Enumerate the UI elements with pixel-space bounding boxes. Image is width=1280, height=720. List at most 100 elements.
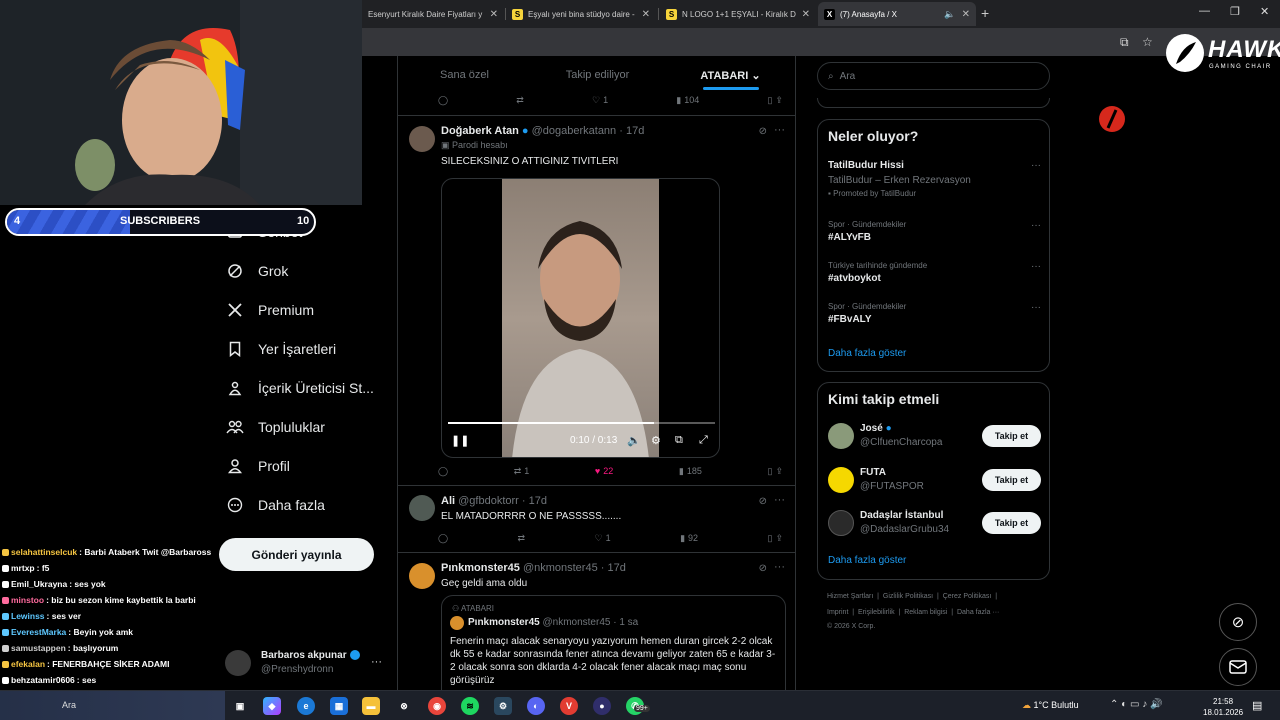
follow-button[interactable]: Takip et — [982, 512, 1041, 534]
repost-button[interactable]: ⇄ 1 — [514, 466, 530, 477]
close-window-icon[interactable]: ✕ — [1260, 5, 1269, 18]
xbox-icon[interactable]: ⊗ — [395, 697, 413, 715]
grok-icon[interactable]: ⊘ — [759, 563, 767, 574]
like-button[interactable]: ♡ 1 — [595, 533, 611, 544]
post[interactable]: Pınkmonster45 @nkmonster45 · 17d ⊘ ··· G… — [398, 552, 795, 690]
grok-icon[interactable]: ⊘ — [759, 496, 767, 507]
edge-icon[interactable]: e — [297, 697, 315, 715]
repost-button[interactable]: ⇄ — [518, 533, 526, 544]
reply-button[interactable]: ◯ — [438, 533, 448, 544]
footer-link[interactable]: Daha fazla ··· — [957, 609, 999, 616]
account-switcher[interactable]: Barbaros akpunar @Prenshydronn ··· — [225, 646, 385, 680]
chat-username[interactable]: behzatamir0606 — [11, 675, 75, 685]
speaker-icon[interactable]: 🔈 — [944, 9, 955, 20]
spotify-icon[interactable]: ≋ — [461, 697, 479, 715]
browser-tab-1[interactable]: Esenyurt Kiralık Daire Fiyatları y ✕ — [362, 2, 504, 26]
settings-gear-icon[interactable]: ⚙ — [651, 434, 661, 447]
author-handle[interactable]: @gfbdoktorr — [458, 495, 519, 507]
pause-icon[interactable]: ❚❚ — [451, 434, 469, 447]
nav-item-more[interactable]: Daha fazla — [225, 490, 325, 520]
footer-link[interactable]: Reklam bilgisi — [904, 609, 947, 616]
post-time[interactable]: · 17d — [601, 562, 626, 574]
new-tab-button[interactable]: + — [981, 5, 989, 21]
footer-link[interactable]: Çerez Politikası — [943, 593, 992, 600]
video-player[interactable]: ❚❚ 0:10 / 0:13 🔈 ⚙ ⧉ ⤢ — [441, 178, 720, 458]
reply-button[interactable]: ◯ — [438, 95, 448, 106]
more-dots-icon[interactable]: ··· — [774, 494, 785, 506]
post-time[interactable]: · 17d — [522, 495, 547, 507]
more-dots-icon[interactable]: ··· — [1031, 220, 1041, 231]
steam-icon[interactable]: ⚙ — [494, 697, 512, 715]
footer-link[interactable]: Imprint — [827, 609, 848, 616]
taskbar-clock[interactable]: 21:58 18.01.2026 — [1203, 696, 1243, 718]
browser-tab-2[interactable]: S Eşyalı yeni bina stüdyo daire - K ✕ — [506, 2, 656, 26]
more-dots-icon[interactable]: ··· — [1031, 302, 1041, 313]
chat-username[interactable]: efekalan — [11, 659, 45, 669]
author-name[interactable]: Doğaberk Atan — [441, 125, 519, 137]
more-dots-icon[interactable]: ··· — [774, 561, 785, 573]
chat-username[interactable]: Emil_Ukrayna — [11, 579, 67, 589]
restore-icon[interactable]: ❐ — [1230, 5, 1240, 18]
close-icon[interactable]: ✕ — [642, 9, 650, 20]
follow-button[interactable]: Takip et — [982, 469, 1041, 491]
tab-atabari[interactable]: ATABARI ⌄ — [664, 56, 795, 92]
search-input[interactable]: ⌕ Ara — [817, 62, 1050, 90]
file-explorer-icon[interactable]: ▬ — [362, 697, 380, 715]
author-handle[interactable]: @dogaberkatann — [532, 125, 617, 137]
show-more-link[interactable]: Daha fazla göster — [828, 555, 906, 566]
messages-float-button[interactable] — [1219, 648, 1257, 686]
nav-item-creator-studio[interactable]: İçerik Üreticisi St... — [225, 373, 374, 403]
more-dots-icon[interactable]: ··· — [774, 124, 785, 136]
bookmark-button[interactable]: ▯ ⇪ — [768, 533, 784, 544]
follow-button[interactable]: Takip et — [982, 425, 1041, 447]
tab-following[interactable]: Takip ediliyor — [531, 56, 664, 92]
trend-item[interactable]: Türkiye tarihinde gündemde #atvboykot ··… — [828, 261, 1041, 284]
nav-item-communities[interactable]: Topluluklar — [225, 412, 325, 442]
volume-icon[interactable]: 🔈 — [627, 434, 641, 447]
post[interactable]: Doğaberk Atan ● @dogaberkatann · 17d ⊘ ·… — [398, 115, 795, 485]
quoted-post[interactable]: ⚇ ATABARI Pınkmonster45 @nkmonster45 · 1… — [441, 595, 786, 690]
follow-suggestion[interactable]: José ● @ClfuenCharcopa Takip et — [828, 421, 1041, 451]
footer-link[interactable]: Gizlilik Politikası — [883, 593, 933, 600]
post-button[interactable]: Gönderi yayınla — [219, 538, 374, 571]
post[interactable]: Ali @gfbdoktorr · 17d ⊘ ··· EL MATADORRR… — [398, 485, 795, 552]
chat-username[interactable]: minstoo — [11, 595, 44, 605]
nav-item-bookmarks[interactable]: Yer İşaretleri — [225, 334, 336, 364]
repost-button[interactable]: ⇄ — [516, 95, 524, 106]
copilot-icon[interactable]: ◆ — [263, 697, 281, 715]
more-dots-icon[interactable]: ··· — [1031, 261, 1041, 272]
views-button[interactable]: ▮ 104 — [676, 95, 699, 106]
browser-tab-x-active[interactable]: X (7) Anasayfa / X 🔈 ✕ — [818, 2, 976, 26]
tab-for-you[interactable]: Sana özel — [398, 56, 531, 92]
bookmark-button[interactable]: ▯ ⇪ — [767, 95, 783, 106]
author-name[interactable]: Pınkmonster45 — [441, 562, 520, 574]
close-icon[interactable]: ✕ — [490, 9, 498, 20]
grok-icon[interactable]: ⊘ — [759, 126, 767, 137]
close-icon[interactable]: ✕ — [802, 9, 810, 20]
taskbar-search-area[interactable] — [0, 691, 225, 720]
grok-float-button[interactable]: ⊘ — [1219, 603, 1257, 641]
chat-username[interactable]: EverestMarka — [11, 627, 66, 637]
valorant-icon[interactable]: V — [560, 697, 578, 715]
chat-username[interactable]: samustappen — [11, 643, 66, 653]
picture-in-picture-icon[interactable]: ⧉ — [675, 434, 683, 447]
promoted-trend[interactable]: TatilBudur Hissi TatilBudur – Erken Reze… — [828, 160, 1041, 198]
fullscreen-icon[interactable]: ⤢ — [699, 434, 708, 447]
chat-username[interactable]: Lewinss — [11, 611, 45, 621]
reply-button[interactable]: ◯ — [438, 466, 448, 477]
post-time[interactable]: · 17d — [619, 125, 644, 137]
obs-icon[interactable]: ● — [593, 697, 611, 715]
nav-item-grok[interactable]: Grok — [225, 256, 288, 286]
follow-suggestion[interactable]: FUTA @FUTASPOR Takip et — [828, 465, 1041, 495]
like-button[interactable]: ♡ 1 — [592, 95, 608, 106]
taskbar-search-label[interactable]: Ara — [62, 700, 76, 710]
views-button[interactable]: ▮ 185 — [679, 466, 702, 477]
discord-icon[interactable]: ◐ — [527, 697, 545, 715]
footer-link[interactable]: Hizmet Şartları — [827, 593, 873, 600]
follow-suggestion[interactable]: Dadaşlar İstanbul @DadaslarGrubu34 Takip… — [828, 508, 1041, 538]
task-view-icon[interactable]: ▣ — [231, 697, 249, 715]
share-icon[interactable]: ⇪ — [775, 533, 783, 544]
bookmark-button[interactable]: ▯ ⇪ — [767, 466, 783, 477]
weather-widget[interactable]: ☁ 1°C Bulutlu — [1022, 700, 1079, 711]
more-dots-icon[interactable]: ··· — [1031, 160, 1041, 171]
